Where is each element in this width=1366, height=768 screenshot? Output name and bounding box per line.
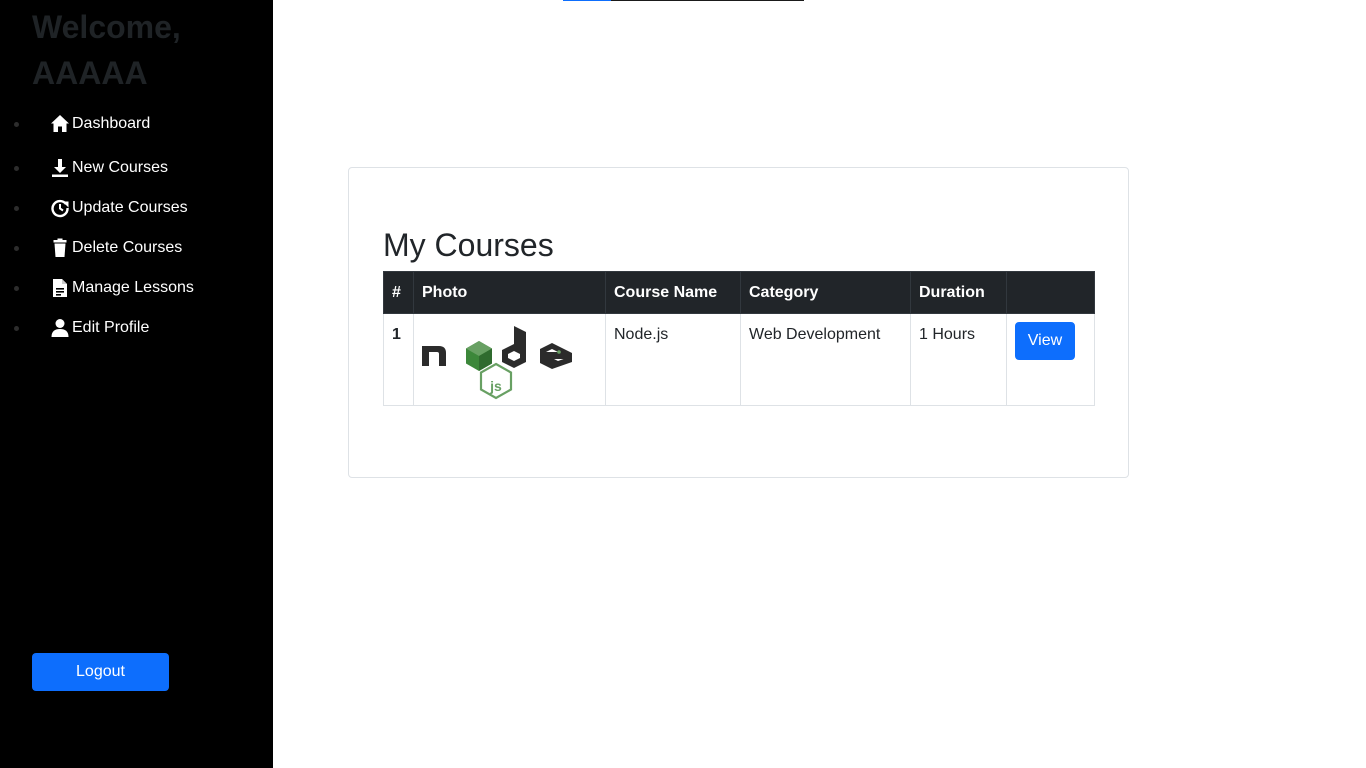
document-icon	[50, 278, 70, 298]
welcome-heading: Welcome, AAAAA	[32, 9, 181, 91]
list-bullet	[14, 122, 19, 127]
column-header-category: Category	[740, 271, 911, 314]
top-progress-line	[563, 0, 804, 1]
course-name-cell: Node.js	[605, 313, 741, 406]
action-cell: View	[1006, 313, 1095, 406]
sidebar: Welcome, AAAAA Dashboard New Courses Upd…	[0, 0, 273, 768]
sidebar-item-label: New Courses	[72, 159, 169, 176]
duration-cell: 1 Hours	[910, 313, 1007, 406]
sidebar-item-update-courses[interactable]: Update Courses	[0, 194, 260, 224]
view-course-button[interactable]: View	[1015, 322, 1075, 360]
column-header-course-name: Course Name	[605, 271, 741, 314]
column-header-photo: Photo	[413, 271, 606, 314]
column-header-duration: Duration	[910, 271, 1007, 314]
category-cell: Web Development	[740, 313, 911, 406]
home-icon	[50, 114, 70, 134]
courses-table: # Photo Course Name Category Duration 1	[383, 271, 1095, 406]
list-bullet	[14, 166, 19, 171]
table-header-row: # Photo Course Name Category Duration	[383, 271, 1095, 314]
photo-cell: js	[413, 313, 606, 406]
user-icon	[50, 318, 70, 338]
table-row: 1 js Node.js Web Development 1 Hours Vie…	[383, 313, 1095, 406]
row-number: 1	[392, 326, 401, 343]
sidebar-item-new-courses[interactable]: New Courses	[0, 154, 260, 184]
top-progress-fill	[563, 0, 611, 1]
nodejs-badge: js	[479, 362, 513, 400]
sidebar-item-edit-profile[interactable]: Edit Profile	[0, 314, 260, 344]
sidebar-item-label: Manage Lessons	[72, 279, 194, 296]
logout-button[interactable]: Logout	[32, 653, 169, 691]
sidebar-item-manage-lessons[interactable]: Manage Lessons	[0, 274, 260, 304]
sidebar-item-label: Update Courses	[72, 199, 188, 216]
list-bullet	[14, 286, 19, 291]
sidebar-item-label: Dashboard	[72, 115, 151, 132]
list-bullet	[14, 246, 19, 251]
column-header-number: #	[383, 271, 414, 314]
row-number-cell: 1	[383, 313, 414, 406]
download-icon	[50, 158, 70, 178]
sidebar-item-delete-courses[interactable]: Delete Courses	[0, 234, 260, 264]
trash-icon	[50, 238, 70, 258]
page-title: My Courses	[383, 227, 554, 263]
sidebar-item-label: Delete Courses	[72, 239, 183, 256]
refresh-icon	[50, 198, 70, 218]
list-bullet	[14, 326, 19, 331]
nodejs-logo: js	[422, 326, 572, 400]
sidebar-item-dashboard[interactable]: Dashboard	[0, 110, 260, 140]
sidebar-item-label: Edit Profile	[72, 319, 150, 336]
course-photo: js	[422, 322, 597, 405]
column-header-actions	[1006, 271, 1095, 314]
list-bullet	[14, 206, 19, 211]
svg-text:js: js	[489, 378, 502, 394]
